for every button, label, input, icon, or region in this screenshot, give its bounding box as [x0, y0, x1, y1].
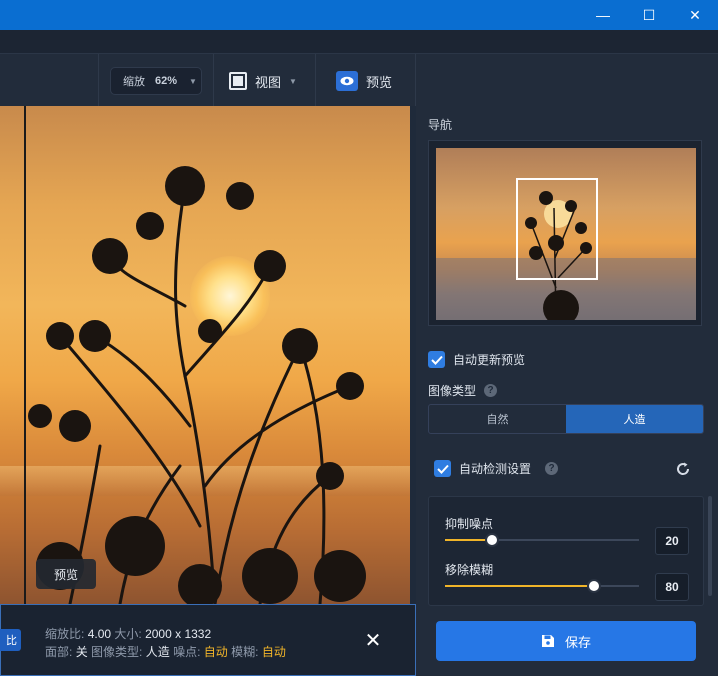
navigator-thumbnail[interactable]: [436, 148, 696, 320]
image-type-option-artificial[interactable]: 人造: [566, 405, 703, 433]
noise-slider-knob[interactable]: [485, 533, 499, 547]
blur-slider-fill: [445, 585, 594, 587]
image-type-value: 人造: [145, 645, 170, 659]
minimize-button[interactable]: —: [580, 0, 626, 30]
auto-detect-settings-checkbox[interactable]: 自动检测设置 ?: [434, 460, 559, 477]
toolbar-divider: [98, 54, 99, 106]
blur-slider-label: 移除模糊: [445, 563, 494, 577]
save-button[interactable]: 保存: [436, 621, 696, 661]
adjustment-settings: 抑制噪点 20 移除模糊 80: [428, 496, 704, 606]
help-icon[interactable]: ?: [545, 462, 559, 475]
panel-scrollbar[interactable]: [708, 496, 712, 596]
preview-button[interactable]: 预览: [336, 67, 392, 95]
navigator-viewport-rect[interactable]: [516, 178, 598, 280]
toolbar: 缩放 62% ▼ 视图 ▼ 预览: [0, 54, 718, 106]
noise-value: 自动: [203, 645, 228, 659]
chevron-down-icon: ▼: [289, 76, 297, 86]
checkbox-checked-icon: [428, 351, 445, 368]
image-type-option-natural[interactable]: 自然: [429, 405, 566, 433]
view-label: 视图: [255, 74, 282, 90]
save-label: 保存: [564, 634, 591, 650]
navigator: [428, 140, 702, 326]
image-type-header: 图像类型 ?: [428, 382, 498, 399]
zoom-value: 62%: [155, 75, 178, 87]
view-icon: [229, 72, 247, 90]
title-bar: — ☐ ✕: [0, 0, 718, 30]
image-type-segmented-control: 自然 人造: [428, 404, 704, 434]
info-bar: 比 缩放比: 4.00 大小: 2000 x 1332 面部: 关 图像类型: …: [0, 604, 416, 676]
flower-silhouette: [28, 166, 366, 604]
close-icon[interactable]: ✕: [363, 631, 383, 651]
auto-update-preview-checkbox[interactable]: 自动更新预览: [428, 351, 525, 368]
toolbar-divider: [315, 54, 316, 106]
noise-slider-label: 抑制噪点: [445, 517, 494, 531]
blur-value-field[interactable]: 80: [655, 573, 689, 601]
image-canvas[interactable]: 预览: [0, 106, 410, 604]
info-row-1: 缩放比: 4.00 大小: 2000 x 1332: [45, 627, 212, 641]
noise-slider[interactable]: [445, 533, 639, 547]
blur-slider[interactable]: [445, 579, 639, 593]
close-window-button[interactable]: ✕: [672, 0, 718, 30]
checkbox-checked-icon: [434, 460, 451, 477]
zoom-dropdown[interactable]: 缩放 62% ▼: [110, 67, 202, 95]
blur-slider-knob[interactable]: [587, 579, 601, 593]
refresh-icon[interactable]: [675, 461, 691, 477]
info-left-button[interactable]: 比: [0, 629, 21, 651]
maximize-button[interactable]: ☐: [626, 0, 672, 30]
zoom-ratio-value: 4.00: [87, 627, 112, 641]
auto-detect-settings-label: 自动检测设置: [459, 462, 532, 476]
auto-update-preview-label: 自动更新预览: [453, 353, 526, 367]
navigation-title: 导航: [428, 118, 453, 132]
face-value: 关: [75, 645, 88, 659]
settings-panel: 导航 自动更新预览 图像类型 ? 自然 人造 自动检测设置 ? 抑制噪点 20 …: [416, 106, 718, 676]
menu-strip: [0, 30, 718, 54]
help-icon[interactable]: ?: [484, 384, 498, 397]
toolbar-divider: [415, 54, 416, 106]
info-row-2: 面部: 关 图像类型: 人造 噪点: 自动 模糊: 自动: [45, 645, 286, 659]
chevron-down-icon: ▼: [189, 76, 197, 86]
noise-value-field[interactable]: 20: [655, 527, 689, 555]
preview-label: 预览: [366, 74, 393, 90]
image-size-value: 2000 x 1332: [145, 627, 212, 641]
zoom-label: 缩放: [123, 76, 145, 88]
image-type-title: 图像类型: [428, 384, 477, 398]
blur-value: 自动: [261, 645, 286, 659]
save-icon: [541, 635, 554, 647]
view-button[interactable]: 视图 ▼: [229, 67, 297, 95]
preview-tag: 预览: [36, 559, 96, 589]
toolbar-divider: [213, 54, 214, 106]
eye-icon: [336, 71, 358, 91]
compare-split-line[interactable]: [24, 106, 26, 604]
